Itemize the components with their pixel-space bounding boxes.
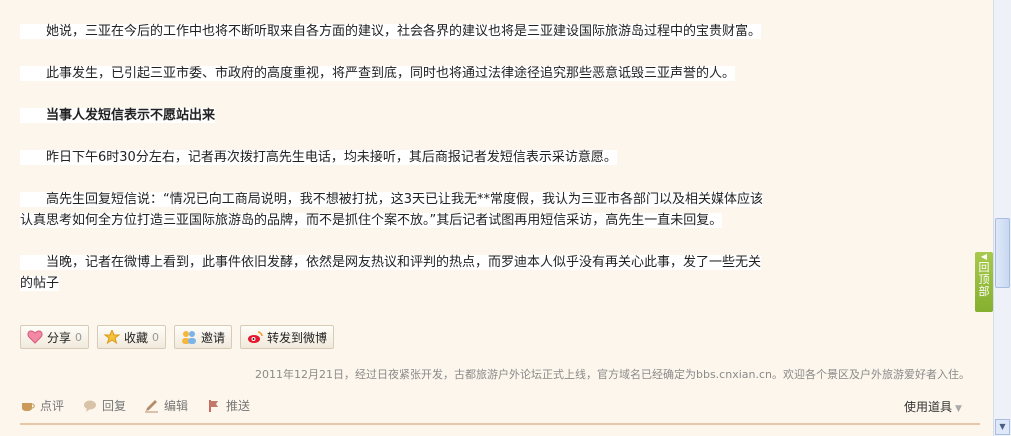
forum-signature: 2011年12月21日，经过日夜紧张开发，古都旅游户外论坛正式上线，官方域名已经… (255, 368, 970, 381)
share-label: 分享 (47, 330, 72, 345)
invite-label: 邀请 (201, 330, 226, 345)
share-count: 0 (75, 330, 83, 344)
cup-icon (22, 402, 35, 411)
vertical-scrollbar[interactable]: ▼ (993, 0, 1011, 436)
share-button[interactable]: 分享 0 (20, 325, 90, 349)
post-footer-actions: 点评 回复 编辑 推送 (20, 397, 250, 414)
pencil-icon (145, 399, 159, 412)
favorite-label: 收藏 (124, 330, 149, 345)
promote-button[interactable]: 推送 (206, 397, 250, 414)
promote-label: 推送 (226, 399, 251, 413)
reply-button[interactable]: 回复 (82, 397, 126, 414)
paragraph: 此事发生，已引起三亚市委、市政府的高度重视，将严查到底，同时也将通过法律途径追究… (20, 63, 820, 84)
paragraph: 昨日下午6时30分左右，记者再次拨打高先生电话，均未接听，其后商报记者发短信表示… (20, 147, 820, 168)
section-subheading: 当事人发短信表示不愿站出来 (20, 105, 820, 126)
comment-button[interactable]: 点评 (20, 397, 64, 414)
edit-button[interactable]: 编辑 (144, 397, 188, 414)
scroll-down-icon[interactable]: ▼ (995, 419, 1010, 435)
paragraph-text: 她说，三亚在今后的工作中也将不断听取来自各方面的建议，社会各界的建议也将是三亚建… (46, 24, 762, 39)
use-tools-dropdown[interactable]: 使用道具 ▼ (904, 398, 962, 415)
repost-weibo-button[interactable]: 转发到微博 (240, 325, 335, 349)
edit-label: 编辑 (164, 399, 189, 413)
back-to-top-char: 部 (978, 285, 990, 298)
post-content: 她说，三亚在今后的工作中也将不断听取来自各方面的建议，社会各界的建议也将是三亚建… (0, 0, 990, 436)
chevron-down-icon: ▼ (955, 404, 962, 414)
paragraph-text: 昨日下午6时30分左右，记者再次拨打高先生电话，均未接听，其后商报记者发短信表示… (46, 150, 617, 165)
paragraph-text: 当晚，记者在微博上看到，此事件依旧发酵，依然是网友热议和评判的热点，而罗迪本人似… (46, 255, 762, 270)
back-to-top-button[interactable]: ◀ 回 顶 部 (975, 252, 993, 312)
paragraph-text: 高先生回复短信说：“情况已向工商局说明，我不想被打扰，这3天已让我无**常度假，… (46, 192, 764, 207)
paragraph-text: 此事发生，已引起三亚市委、市政府的高度重视，将严查到底，同时也将通过法律途径追究… (46, 66, 736, 81)
favorite-count: 0 (152, 330, 160, 344)
speech-bubble-icon (84, 400, 97, 412)
scrollbar-thumb[interactable] (995, 218, 1010, 288)
invite-button[interactable]: 邀请 (174, 325, 233, 349)
favorite-button[interactable]: 收藏 0 (97, 325, 167, 349)
weibo-icon (248, 331, 263, 343)
divider (20, 423, 980, 425)
star-icon (104, 330, 121, 344)
paragraph: 她说，三亚在今后的工作中也将不断听取来自各方面的建议，社会各界的建议也将是三亚建… (20, 21, 820, 42)
heart-icon (27, 330, 43, 344)
paragraph-text: 认真思考如何全方位打造三亚国际旅游岛的品牌，而不是抓住个案不放。”其后记者试图再… (20, 213, 723, 228)
use-tools-label: 使用道具 (904, 400, 953, 414)
paragraph: 高先生回复短信说：“情况已向工商局说明，我不想被打扰，这3天已让我无**常度假，… (20, 189, 820, 231)
post-actions: 分享 0 收藏 0 邀请 转发到微博 (20, 325, 335, 349)
flag-icon (209, 399, 219, 412)
users-icon (182, 331, 197, 344)
subheading-text: 当事人发短信表示不愿站出来 (46, 108, 216, 123)
weibo-label: 转发到微博 (267, 330, 328, 345)
paragraph-text: 的帖子 (20, 276, 60, 291)
paragraph: 当晚，记者在微博上看到，此事件依旧发酵，依然是网友热议和评判的热点，而罗迪本人似… (20, 252, 820, 294)
reply-label: 回复 (102, 399, 127, 413)
comment-label: 点评 (40, 399, 65, 413)
